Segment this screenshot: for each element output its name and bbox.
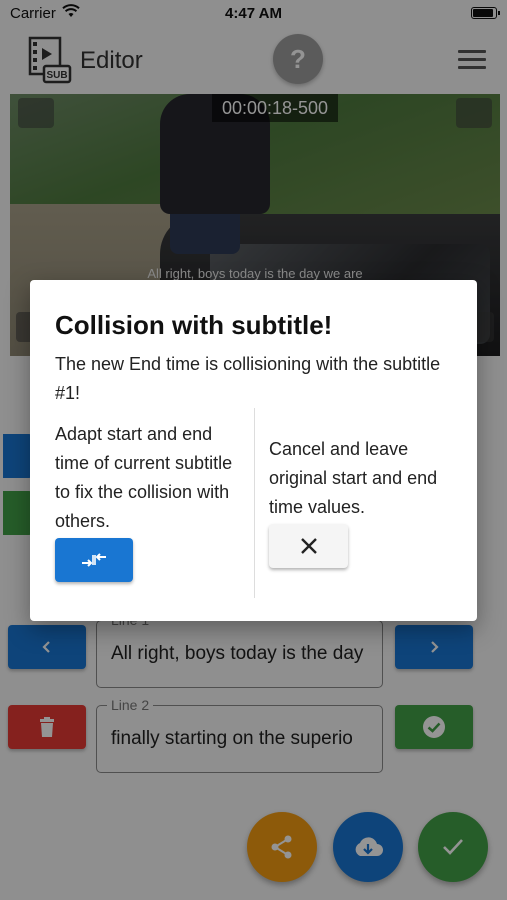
close-icon (300, 538, 317, 554)
collision-dialog: Collision with subtitle! The new End tim… (30, 280, 477, 621)
dialog-message: The new End time is collisioning with th… (55, 354, 441, 403)
cancel-option-text: Cancel and leave original start and end … (269, 439, 438, 517)
cancel-button[interactable] (269, 524, 348, 568)
adapt-times-button[interactable] (55, 538, 133, 582)
compress-arrows-icon (82, 553, 106, 567)
dialog-divider (254, 408, 255, 598)
adapt-option-text: Adapt start and end time of current subt… (55, 424, 233, 531)
dialog-title: Collision with subtitle! (55, 310, 333, 340)
